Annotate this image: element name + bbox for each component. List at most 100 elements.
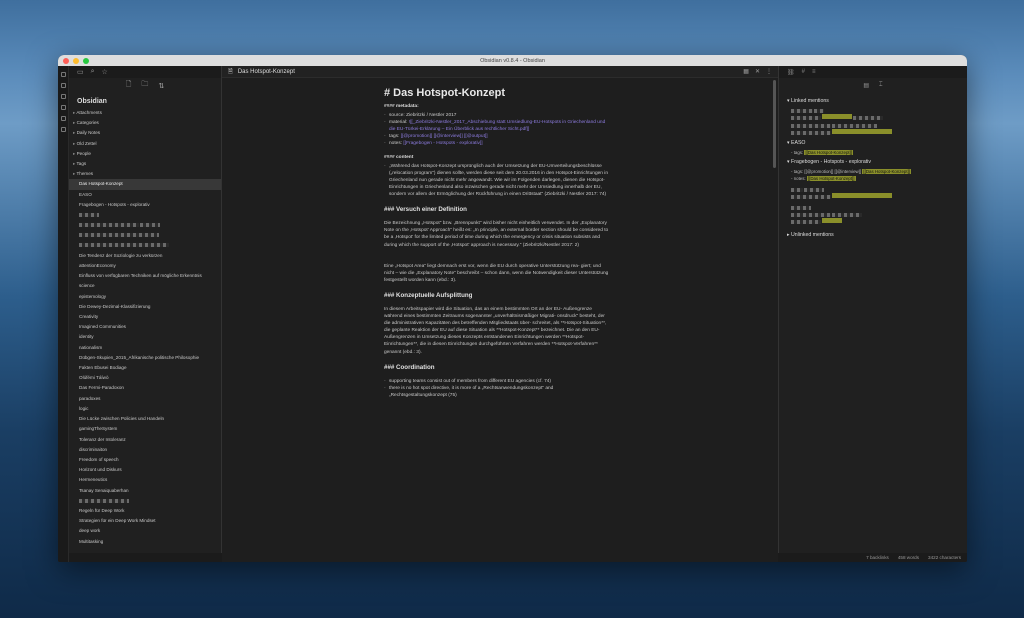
file-item[interactable]: identity [69,332,221,342]
editor-scrollbar[interactable] [773,80,776,168]
file-item[interactable]: Imagined Communities [69,322,221,332]
status-chars: 3422 characters [928,555,961,560]
file-item[interactable]: Einfluss von verfügbaren Techniken auf m… [69,271,221,281]
content-quote: „Während das Hotspot-Konzept ursprünglic… [384,163,609,198]
file-item[interactable]: Fragebogen - Hotspots - explorativ [69,200,221,210]
fragebogen-notes: notes: [793,176,807,182]
switcher-icon[interactable] [60,72,66,77]
collapse-results-icon[interactable]: ▤ [863,82,869,89]
file-item[interactable]: EASO [69,190,221,200]
file-item[interactable]: Multitasking [69,537,221,547]
file-redacted[interactable] [69,230,221,240]
file-item[interactable]: science [69,281,221,291]
template-icon[interactable] [60,116,66,121]
mention-easo[interactable]: ▾ EASO [779,137,967,149]
file-item[interactable]: nationalism [69,343,221,353]
backlinks-tab-icon[interactable]: ⛓ [787,69,795,76]
mention-redacted[interactable] [779,114,967,121]
daily-note-icon[interactable] [60,94,66,99]
files-tab-icon[interactable]: ▭ [77,68,84,76]
file-item[interactable]: Toleranz der Intoleranz [69,435,221,445]
preview-toggle-icon[interactable]: ▦ [743,68,749,75]
metadata-value: Ziebritzki / Nestler 2017 [406,113,457,119]
mention-redacted[interactable] [779,211,967,218]
file-item[interactable]: gamingTheSystem [69,424,221,434]
file-item[interactable]: epistemology [69,292,221,302]
folder-item[interactable]: ▸ Tags [69,159,221,169]
folder-item[interactable]: ▸ Categories [69,118,221,128]
linked-mentions-header[interactable]: ▾ Linked mentions [779,92,967,107]
editor-header: 🗎 Das Hotspot-Konzept ▦ ✕ ⋮ [222,66,778,78]
file-redacted[interactable] [69,496,221,506]
new-note-icon[interactable]: 🗋 [126,80,132,91]
mention-redacted[interactable] [779,107,967,114]
file-item[interactable]: Olúfémi Táíwò [69,373,221,383]
left-footer [69,553,222,562]
file-item[interactable]: paradoxes [69,394,221,404]
mention-fragebogen[interactable]: ▾ Fragebogen - Hotspots - explorativ [779,156,967,168]
folder-item[interactable]: ▸ Daily Notes [69,128,221,138]
file-item[interactable]: discriminaiton [69,445,221,455]
heading-coordination: ### Coordination [384,363,435,371]
file-item[interactable]: Creativity [69,312,221,322]
mention-redacted[interactable] [779,122,967,129]
file-item[interactable]: Horizont und Diskurs [69,465,221,475]
file-item[interactable]: Die Lücke zwischen Policies und Handeln [69,414,221,424]
file-item[interactable]: Tsanay Senaiquaberhan [69,486,221,496]
file-item[interactable]: deep work [69,526,221,536]
fragebogen-notes-line[interactable]: - notes: [[Das Hotspot-Konzept]] [779,175,967,182]
ribbon [58,66,69,562]
status-bar: 7 backlinks 458 words 3422 characters [778,553,967,562]
file-item[interactable]: Freedom of speech [69,455,221,465]
fragebogen-tags-line[interactable]: - tags: [[@promotion]] [[@interview]] [[… [779,168,967,175]
new-folder-icon[interactable]: 🗀 [141,80,148,91]
metadata-value[interactable]: [[Fragebogen - Hotspots - explorativ]] [403,141,482,146]
file-item[interactable]: Die Dewey-Dezimal-Klassifizierung [69,302,221,312]
folder-item[interactable]: ▸ Themes [69,169,221,179]
folder-item[interactable]: ▸ Attachments [69,108,221,118]
metadata-line: tags: [[@promotion]] [[@interview]] [[@o… [384,133,609,140]
file-item[interactable]: Hermeneutics [69,475,221,485]
close-pane-icon[interactable]: ✕ [755,68,760,75]
sort-results-icon[interactable]: ⌶ [879,82,883,89]
file-item[interactable]: logic [69,404,221,414]
status-backlinks[interactable]: 7 backlinks [866,553,889,562]
metadata-value[interactable]: [[@promotion]] [[@interview]] [[@output]… [401,134,488,139]
file-item[interactable]: attentionEconomy [69,261,221,271]
file-redacted[interactable] [69,220,221,230]
mention-redacted[interactable] [779,129,967,136]
unlinked-mentions-header[interactable]: ▸ Unlinked mentions [779,226,967,241]
star-icon[interactable] [60,127,66,132]
mention-redacted[interactable] [779,186,967,193]
file-item[interactable]: Fakten Ebusei Bodiage [69,363,221,373]
calendar-icon[interactable] [60,105,66,110]
file-active[interactable]: Das Hotspot-Konzept [69,179,221,190]
metadata-key: tags: [389,134,401,140]
more-options-icon[interactable]: ⋮ [766,68,772,75]
linked-mentions-label: Linked mentions [791,98,829,104]
mention-redacted[interactable] [779,193,967,200]
file-item[interactable]: Das Fermi-Paradoxon [69,383,221,393]
file-item[interactable]: Dübgen-Skupien_2015_Afrikanische politis… [69,353,221,363]
mention-redacted[interactable] [779,204,967,211]
easo-highlight: [[Das Hotspot-Konzept]] [804,149,854,155]
folder-item[interactable]: ▸ Old Zettel [69,139,221,149]
tags-tab-icon[interactable]: # [802,69,805,75]
search-tab-icon[interactable]: ⌕ [91,68,95,76]
file-item[interactable]: Die Tendenz der Soziologie zu verkürzen [69,251,221,261]
file-item[interactable]: Strategien für ein Deep Work Mindset [69,516,221,526]
metadata-value[interactable]: ![[_Ziebritzki-Nestler_2017_Abschiebung … [389,120,605,132]
file-item[interactable]: Regeln für Deep Work [69,506,221,516]
mention-redacted[interactable] [779,218,967,225]
fragebogen-tags: tags: [[@promotion]] [[@interview]] [793,169,863,175]
note-content[interactable]: # Das Hotspot-Konzept #### metadata: sou… [384,85,609,399]
outline-tab-icon[interactable]: ≡ [812,69,816,75]
file-redacted[interactable] [69,210,221,220]
graph-icon[interactable] [60,83,66,88]
folder-label: People [76,150,91,156]
folder-item[interactable]: ▸ People [69,149,221,159]
sort-icon[interactable]: ⇅ [158,82,164,90]
file-redacted[interactable] [69,241,221,251]
easo-tags-line[interactable]: - tags: [[Das Hotspot-Konzept]] [779,149,967,156]
starred-tab-icon[interactable]: ☆ [102,68,108,76]
